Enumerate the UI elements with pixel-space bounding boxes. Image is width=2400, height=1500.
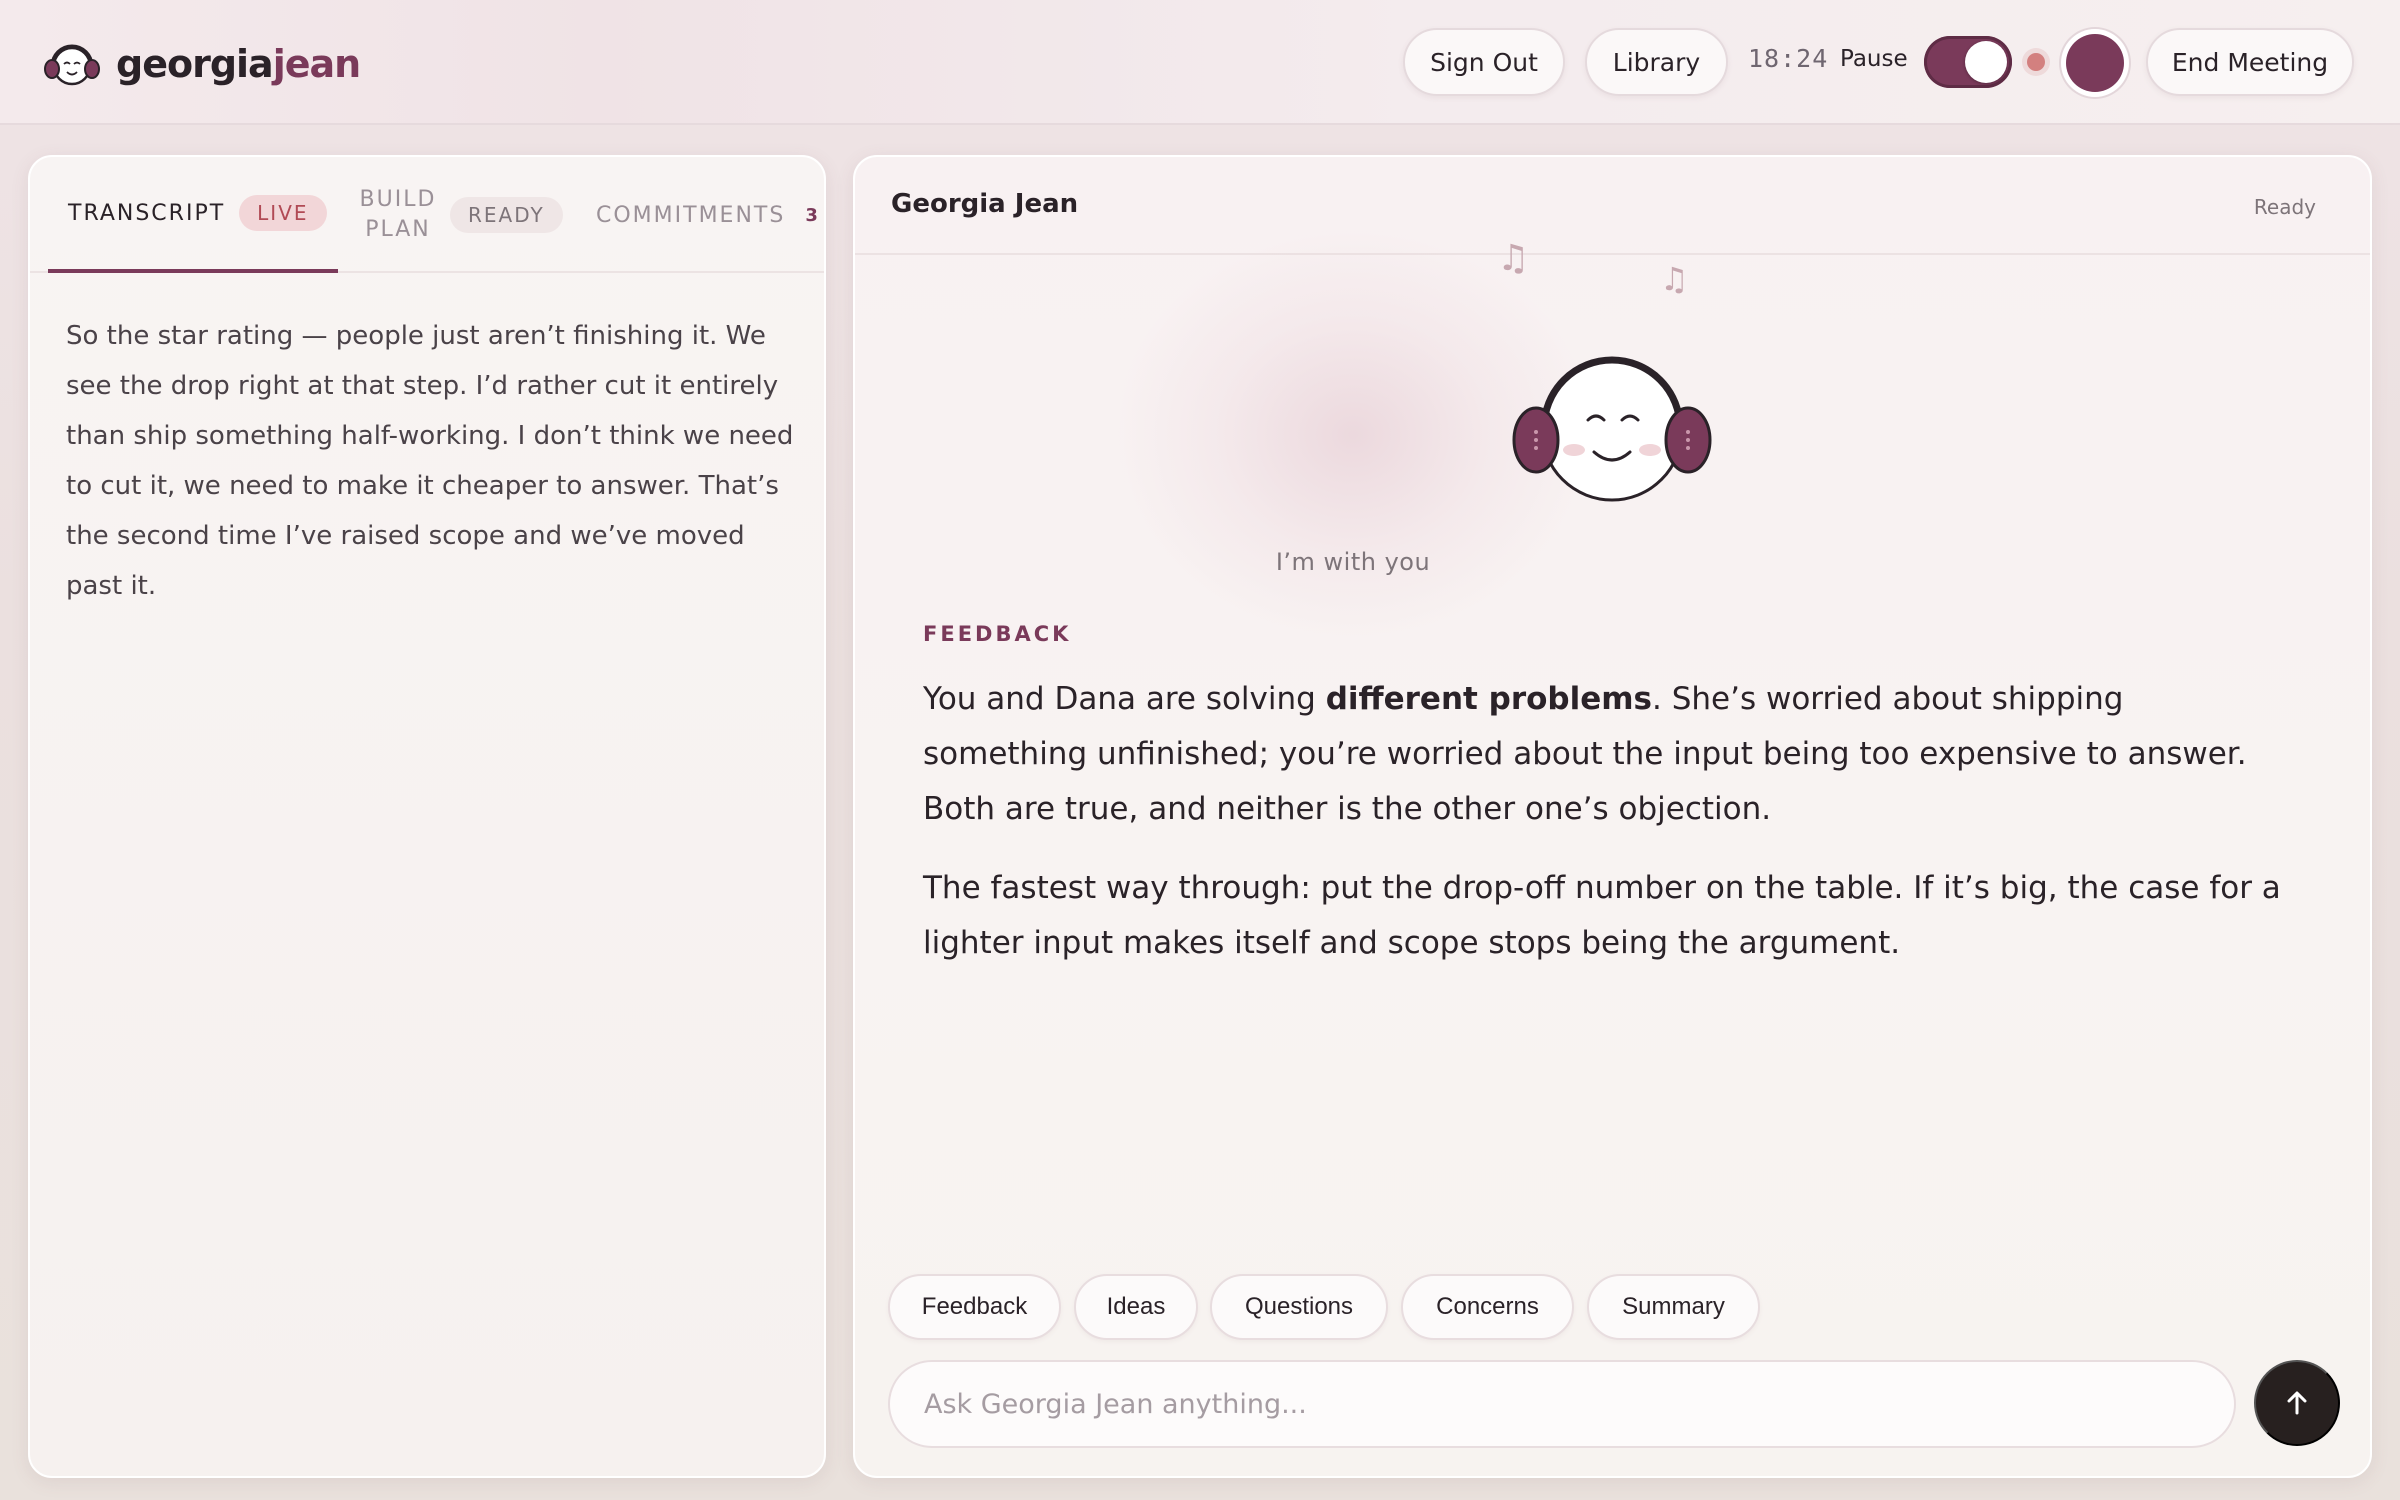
feedback-content: You and Dana are solving different probl… [923,672,2293,995]
panel-tabs: TRANSCRIPT LIVE BUILD PLAN READY COMMITME… [30,157,824,273]
library-button[interactable]: Library [1585,28,1728,96]
live-badge: LIVE [239,195,327,231]
tab-commitments[interactable]: COMMITMENTS 3 [596,157,818,273]
chip-questions[interactable]: Questions [1210,1274,1388,1340]
commitments-count-badge: 3 [805,204,818,226]
tab-build-plan[interactable]: BUILD PLAN READY [358,157,563,273]
tab-build-plan-label: BUILD PLAN [358,185,438,245]
tab-transcript[interactable]: TRANSCRIPT LIVE [48,157,338,273]
ask-input[interactable] [888,1360,2236,1448]
headphones-mascot-icon [1512,356,1712,502]
arrow-up-icon [2287,1391,2307,1415]
chip-summary[interactable]: Summary [1587,1274,1760,1340]
app-logo[interactable]: georgiajean [42,36,361,92]
chip-ideas[interactable]: Ideas [1074,1274,1198,1340]
ready-badge: READY [450,197,563,233]
mascot-caption: I’m with you [1275,548,1431,576]
tab-build-plan-line2: PLAN [365,217,431,242]
assistant-header: Georgia Jean Ready [855,157,2370,255]
logo-part-2: jean [272,42,361,86]
feedback-p1-before: You and Dana are solving [923,681,1326,717]
logo-wordmark: georgiajean [116,42,361,86]
feedback-paragraph-1: You and Dana are solving different probl… [923,672,2293,837]
transcript-text: So the star rating — people just aren’t … [66,321,794,601]
meeting-timer: 18:24 [1748,44,1829,73]
feedback-paragraph-2: The fastest way through: put the drop-of… [923,870,2281,961]
feedback-p1-bold: different problems [1325,681,1653,717]
toggle-knob [1965,41,2007,83]
music-note-icon: ♫ [1660,260,1689,298]
transcript-panel: TRANSCRIPT LIVE BUILD PLAN READY COMMITME… [28,155,826,1478]
assistant-status: Ready [2253,195,2316,219]
pause-toggle[interactable] [1924,36,2012,88]
tab-commitments-label: COMMITMENTS [596,202,786,228]
assistant-name: Georgia Jean [891,189,1079,219]
user-avatar[interactable] [2066,34,2124,92]
end-meeting-button[interactable]: End Meeting [2146,28,2354,96]
section-label: FEEDBACK [923,622,1072,646]
chip-feedback[interactable]: Feedback [888,1274,1061,1340]
sign-out-button[interactable]: Sign Out [1403,28,1565,96]
recording-indicator [2027,53,2045,71]
music-note-icon: ♫ [1497,238,1530,279]
logo-part-1: georgia [116,42,274,86]
top-bar: georgiajean Sign Out Library 18:24 Pause… [0,0,2400,125]
send-button[interactable] [2254,1360,2340,1446]
headphones-face-icon [44,44,100,86]
pause-label: Pause [1840,46,1908,72]
tab-build-plan-line1: BUILD [359,187,437,212]
tab-transcript-label: TRANSCRIPT [68,200,226,226]
chip-concerns[interactable]: Concerns [1401,1274,1574,1340]
